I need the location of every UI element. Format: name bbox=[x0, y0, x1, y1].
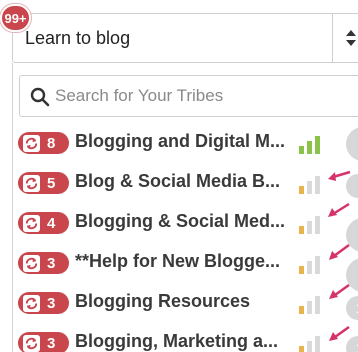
activity-bars-icon bbox=[299, 174, 321, 194]
activity-bars-icon bbox=[299, 214, 321, 234]
repin-count: 3 bbox=[47, 334, 56, 352]
activity-bars-icon bbox=[299, 334, 321, 352]
tribe-row[interactable]: 3 **Help for New Blogge... bbox=[13, 243, 358, 292]
tribe-name: **Help for New Blogge... bbox=[75, 251, 281, 271]
board-select-value: Learn to blog bbox=[25, 28, 131, 48]
sync-icon bbox=[23, 134, 40, 152]
repin-count: 4 bbox=[47, 214, 56, 232]
repin-count-badge: 8 bbox=[18, 132, 69, 154]
activity-bars-icon bbox=[299, 294, 321, 314]
tribe-row[interactable]: 3 Blogging, Marketing a... 10 bbox=[13, 324, 358, 352]
repin-count: 3 bbox=[47, 254, 56, 272]
repin-count-badge: 3 bbox=[18, 252, 69, 274]
tribe-row[interactable]: 8 Blogging and Digital M... bbox=[13, 124, 358, 164]
repin-count-badge: 3 bbox=[18, 332, 69, 352]
activity-bars-icon bbox=[299, 134, 321, 154]
sync-icon bbox=[23, 334, 40, 352]
tribe-name: Blogging & Social Med... bbox=[75, 211, 286, 231]
tribe-search-box[interactable] bbox=[19, 75, 358, 117]
tribes-dropdown: 8 Blogging and Digital M... bbox=[12, 63, 358, 352]
tribe-toggle[interactable] bbox=[346, 174, 358, 198]
tribe-row[interactable]: 5 Blog & Social Media B... bbox=[13, 164, 358, 204]
pointer-arrow-icon bbox=[328, 202, 350, 217]
tribe-name: Blogging, Marketing a... bbox=[75, 331, 279, 351]
pointer-arrow-icon bbox=[329, 243, 350, 260]
activity-bars-icon bbox=[299, 254, 321, 274]
notification-badge[interactable]: 99+ bbox=[0, 4, 31, 32]
tribe-row[interactable]: 4 Blogging & Social Med... bbox=[13, 202, 358, 252]
tribe-search-input[interactable] bbox=[55, 84, 355, 108]
repin-count: 5 bbox=[47, 174, 56, 192]
repin-count: 8 bbox=[47, 134, 56, 152]
sync-icon bbox=[23, 294, 40, 312]
repin-count-badge: 5 bbox=[18, 172, 69, 194]
tribe-name: Blogging Resources bbox=[75, 291, 251, 311]
tribe-row[interactable]: 3 Blogging Resources 10 bbox=[13, 284, 358, 324]
repin-count-badge: 4 bbox=[18, 212, 69, 234]
sync-icon bbox=[23, 174, 40, 192]
tribe-name: Blogging and Digital M... bbox=[75, 131, 285, 151]
tribe-toggle[interactable] bbox=[346, 127, 358, 161]
select-divider bbox=[332, 14, 333, 62]
tribe-toggle[interactable]: 10 bbox=[346, 296, 358, 320]
sync-icon bbox=[23, 214, 40, 232]
board-select[interactable]: Learn to blog bbox=[12, 13, 358, 63]
sync-icon bbox=[23, 254, 40, 272]
search-icon bbox=[30, 87, 50, 107]
repin-count: 3 bbox=[47, 294, 56, 312]
repin-count-badge: 3 bbox=[18, 292, 69, 314]
tribes-selector-screen: 99+ Learn to blog Search for Your Tribes… bbox=[0, 0, 358, 352]
tribe-name: Blog & Social Media B... bbox=[75, 171, 281, 191]
sort-arrows-icon[interactable] bbox=[344, 28, 358, 48]
